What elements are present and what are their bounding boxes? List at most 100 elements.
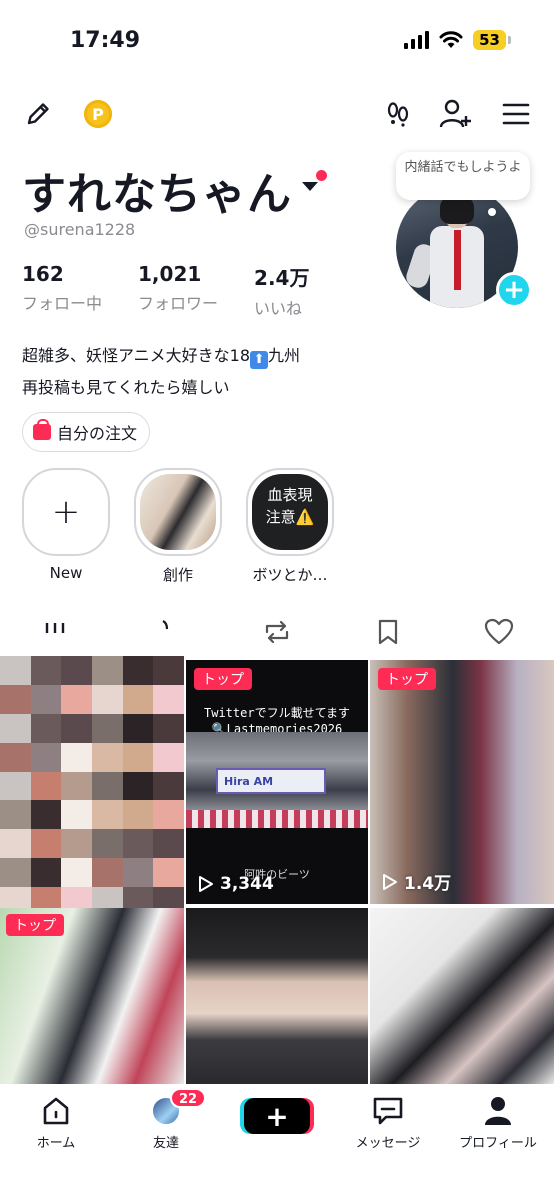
view-count-value: 1.4万 (404, 874, 452, 894)
stat-following[interactable]: 162 フォロー中 (22, 262, 102, 319)
my-orders-button[interactable]: 自分の注文 (22, 412, 151, 452)
stat-likes[interactable]: 2.4万 いいね (254, 262, 309, 319)
highlight-label: New (49, 564, 83, 582)
mosaic-block (30, 829, 62, 859)
highlight-label: 創作 (162, 566, 193, 584)
mosaic-block (91, 800, 123, 830)
mosaic-block (61, 742, 92, 772)
pixelated-thumbnail (0, 656, 184, 916)
mosaic-block (91, 829, 123, 859)
tab-saved[interactable] (332, 612, 443, 652)
profile-icon (485, 1097, 511, 1125)
highlight-item[interactable]: 創作 (134, 468, 222, 585)
video-thumbnail[interactable] (370, 908, 554, 1084)
account-switch-caret-icon[interactable] (302, 182, 318, 191)
pinned-badge: トップ (6, 914, 64, 936)
add-friend-icon[interactable] (438, 96, 474, 132)
highlight-item[interactable]: 血表現 注意⚠️ ボツとか… (246, 468, 334, 585)
profile-stats: 162 フォロー中 1,021 フォロワー 2.4万 いいね (22, 262, 345, 319)
view-count-value: 3,344 (220, 874, 274, 894)
bottom-nav: ホーム 22 友達 + メッセージ プロフィール (0, 1084, 554, 1200)
nav-home[interactable]: ホーム (6, 1094, 106, 1151)
video-thumbnail[interactable] (0, 656, 184, 916)
note-bubble-tail (488, 208, 496, 216)
mosaic-block (61, 713, 92, 743)
highlight-label: ボツとか… (252, 566, 328, 584)
home-icon (43, 1097, 69, 1125)
tab-reposts[interactable] (222, 612, 333, 652)
bio-text: 超雑多、妖怪アニメ大好きな18 (22, 346, 251, 365)
highlight-overlay-text: 血表現 (267, 486, 313, 504)
cellular-signal-icon (404, 31, 430, 49)
nav-label: プロフィール (459, 1136, 537, 1151)
mosaic-block (0, 771, 31, 801)
tab-liked[interactable] (443, 612, 554, 652)
status-bar: 17:49 53 (0, 0, 554, 84)
view-count: 1.4万 (382, 869, 451, 894)
tab-private[interactable] (111, 612, 222, 652)
status-icons: 53 (404, 30, 511, 50)
mosaic-block (122, 684, 154, 714)
my-orders-label: 自分の注文 (57, 424, 138, 443)
stat-followers[interactable]: 1,021 フォロワー (138, 262, 218, 319)
nav-label: ホーム (36, 1136, 76, 1151)
mosaic-block (30, 771, 62, 801)
highlight-new[interactable]: + New (22, 468, 110, 585)
pinned-badge: トップ (378, 668, 436, 690)
nav-icon-wrap (448, 1094, 548, 1128)
menu-icon[interactable] (500, 98, 532, 130)
mosaic-block (153, 800, 184, 830)
edit-pencil-icon[interactable] (22, 98, 54, 130)
nav-inbox[interactable]: メッセージ (338, 1094, 438, 1151)
highlight-cover: 血表現 注意⚠️ (246, 468, 334, 556)
mosaic-block (122, 771, 154, 801)
notification-dot (316, 170, 327, 181)
add-story-plus-icon[interactable]: + (496, 272, 532, 308)
mosaic-block (91, 771, 123, 801)
avatar-figure (454, 230, 461, 290)
mosaic-block (153, 656, 184, 685)
play-icon (383, 873, 397, 890)
mosaic-block (30, 684, 62, 714)
video-thumbnail[interactable]: Twitterでフル載せてます 🔍Lastmemories2026 Hira A… (186, 660, 368, 904)
repost-icon (265, 620, 289, 644)
mosaic-block (30, 656, 62, 685)
stage-photo: Hira AM (186, 732, 368, 828)
video-grid: Twitterでフル載せてます 🔍Lastmemories2026 Hira A… (0, 656, 554, 1084)
stat-label: いいね (254, 299, 303, 318)
nav-profile[interactable]: プロフィール (448, 1094, 548, 1151)
bio-text: 九州 (268, 346, 301, 365)
nav-friends[interactable]: 22 友達 (116, 1088, 216, 1151)
nav-label: メッセージ (355, 1136, 421, 1151)
video-thumbnail[interactable]: トップ 1.4万 (370, 660, 554, 904)
mosaic-block (0, 713, 31, 743)
mosaic-block (0, 742, 31, 772)
grid-icon (46, 623, 65, 633)
mosaic-block (61, 684, 92, 714)
tab-videos[interactable] (0, 612, 111, 652)
mosaic-block (61, 858, 92, 888)
coin-icon[interactable]: P (84, 100, 112, 128)
user-handle: @surena1228 (24, 220, 136, 239)
video-thumbnail[interactable] (186, 908, 368, 1084)
bookmark-icon (378, 619, 397, 645)
mosaic-block (91, 713, 123, 743)
audience (186, 810, 368, 828)
mosaic-block (91, 742, 123, 772)
mosaic-block (153, 684, 184, 714)
display-name[interactable]: すれなちゃん (22, 158, 292, 222)
mosaic-block (30, 742, 62, 772)
mosaic-block (122, 742, 154, 772)
mosaic-block (61, 800, 92, 830)
create-button[interactable]: + (244, 1098, 310, 1134)
up-arrow-emoji: ⬆ (250, 351, 269, 369)
footprints-icon[interactable] (382, 98, 414, 130)
mosaic-block (30, 800, 62, 830)
note-bubble[interactable]: 内緒話でもしようよ (396, 152, 530, 200)
video-thumbnail[interactable]: トップ (0, 908, 184, 1084)
stat-label: フォロワー (138, 294, 219, 313)
status-time: 17:49 (70, 28, 141, 53)
highlight-thumbnail (140, 474, 216, 550)
wifi-icon (439, 31, 463, 48)
nav-icon-wrap (338, 1094, 438, 1128)
